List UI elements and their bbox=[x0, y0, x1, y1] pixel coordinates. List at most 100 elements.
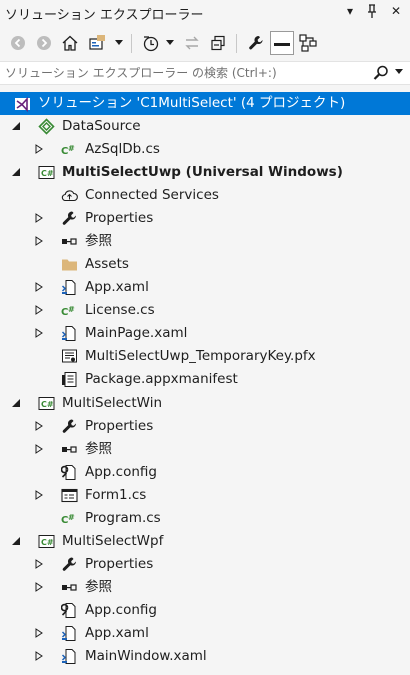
preview-toggle-icon bbox=[274, 43, 290, 46]
form-icon bbox=[61, 487, 78, 504]
expand-triangle-icon[interactable] bbox=[34, 651, 44, 661]
tree-item-properties[interactable]: Properties bbox=[0, 553, 410, 576]
expand-triangle-icon[interactable] bbox=[34, 582, 44, 592]
svg-text:#: # bbox=[68, 144, 75, 153]
home-button[interactable] bbox=[58, 31, 82, 55]
expand-triangle-icon[interactable] bbox=[34, 328, 44, 338]
tree-item-datasource[interactable]: DataSource bbox=[0, 115, 410, 138]
collapse-triangle-icon[interactable] bbox=[11, 398, 21, 408]
back-button[interactable] bbox=[6, 31, 30, 55]
references-icon bbox=[61, 579, 78, 596]
tree-item-manifest[interactable]: Package.appxmanifest bbox=[0, 368, 410, 391]
tree-item-references[interactable]: 参照 bbox=[0, 576, 410, 599]
tree-item-project-uwp[interactable]: C# MultiSelectUwp (Universal Windows) bbox=[0, 161, 410, 184]
tree-item-label: Connected Services bbox=[85, 187, 219, 203]
expand-triangle-icon[interactable] bbox=[34, 421, 44, 431]
search-box bbox=[0, 61, 410, 85]
xaml-file-icon bbox=[61, 625, 78, 642]
tree-item-label: Form1.cs bbox=[85, 487, 147, 503]
pending-changes-dropdown[interactable] bbox=[166, 38, 174, 48]
forward-button[interactable] bbox=[32, 31, 56, 55]
tree-item-label: MainWindow.xaml bbox=[85, 648, 207, 664]
tree-item-properties[interactable]: Properties bbox=[0, 415, 410, 438]
collapse-triangle-icon[interactable] bbox=[11, 121, 21, 131]
expand-triangle-icon[interactable] bbox=[34, 282, 44, 292]
panel-titlebar: ソリューション エクスプローラー ▾ ✕ bbox=[0, 0, 410, 24]
expand-triangle-icon[interactable] bbox=[34, 444, 44, 454]
tree-item-azsqldb[interactable]: C # AzSqlDb.cs bbox=[0, 138, 410, 161]
tree-item-connected-services[interactable]: Connected Services bbox=[0, 184, 410, 207]
csharp-project-icon: C# bbox=[38, 164, 55, 181]
tree-item-label: MultiSelectUwp_TemporaryKey.pfx bbox=[85, 348, 316, 364]
tree-item-references[interactable]: 参照 bbox=[0, 438, 410, 461]
svg-text:#: # bbox=[68, 513, 75, 522]
csharp-file-icon: C # bbox=[61, 141, 78, 158]
references-icon bbox=[61, 441, 78, 458]
collapse-all-icon bbox=[211, 35, 225, 51]
expand-triangle-icon[interactable] bbox=[34, 236, 44, 246]
window-position-dropdown[interactable]: ▾ bbox=[342, 3, 358, 20]
tree-item-label: MainPage.xaml bbox=[85, 325, 188, 341]
expand-triangle-icon[interactable] bbox=[34, 305, 44, 315]
tree-item-program-cs[interactable]: C # Program.cs bbox=[0, 507, 410, 530]
tree-item-app-xaml[interactable]: App.xaml bbox=[0, 622, 410, 645]
tree-item-pfx[interactable]: MultiSelectUwp_TemporaryKey.pfx bbox=[0, 345, 410, 368]
switch-views-button[interactable] bbox=[86, 31, 110, 55]
search-icon[interactable] bbox=[372, 65, 390, 81]
expand-triangle-icon[interactable] bbox=[34, 559, 44, 569]
tree-item-license-cs[interactable]: C # License.cs bbox=[0, 299, 410, 322]
home-icon bbox=[62, 35, 78, 51]
visual-studio-solution-icon bbox=[14, 95, 31, 112]
certificate-icon bbox=[61, 348, 78, 365]
switch-views-dropdown[interactable] bbox=[115, 38, 123, 48]
back-arrow-icon bbox=[11, 36, 25, 50]
csharp-project-icon: C# bbox=[38, 533, 55, 550]
search-input[interactable] bbox=[0, 62, 362, 84]
tree-item-references[interactable]: 参照 bbox=[0, 230, 410, 253]
tree-item-form1[interactable]: Form1.cs bbox=[0, 484, 410, 507]
search-options-dropdown[interactable] bbox=[395, 69, 403, 77]
tree-item-app-xaml[interactable]: App.xaml bbox=[0, 276, 410, 299]
collapse-all-button[interactable] bbox=[206, 31, 230, 55]
manifest-icon bbox=[61, 371, 78, 388]
svg-text:#: # bbox=[68, 305, 75, 314]
config-file-icon bbox=[61, 602, 78, 619]
xaml-file-icon bbox=[61, 279, 78, 296]
tree-item-label: App.xaml bbox=[85, 279, 149, 295]
tree-item-label: ソリューション 'C1MultiSelect' (4 プロジェクト) bbox=[38, 95, 346, 111]
cloud-icon bbox=[61, 187, 78, 204]
expand-triangle-icon[interactable] bbox=[34, 628, 44, 638]
tree-item-mainpage-xaml[interactable]: MainPage.xaml bbox=[0, 322, 410, 345]
tree-item-assets[interactable]: Assets bbox=[0, 253, 410, 276]
tree-item-app-config[interactable]: App.config bbox=[0, 599, 410, 622]
collapse-triangle-icon[interactable] bbox=[11, 536, 21, 546]
tree-item-properties[interactable]: Properties bbox=[0, 207, 410, 230]
datasource-diamond-icon bbox=[38, 118, 55, 135]
sync-with-document-button[interactable] bbox=[180, 31, 204, 55]
pin-icon[interactable] bbox=[364, 3, 380, 20]
tree-item-project-wpf[interactable]: C# MultiSelectWpf bbox=[0, 530, 410, 553]
chevron-down-icon bbox=[115, 40, 123, 45]
pending-changes-filter-button[interactable] bbox=[139, 31, 163, 55]
collapse-triangle-icon[interactable] bbox=[11, 167, 21, 177]
tree-item-label: Properties bbox=[85, 210, 154, 226]
expand-triangle-icon[interactable] bbox=[34, 490, 44, 500]
chevron-down-icon bbox=[395, 69, 403, 74]
tree-item-app-config[interactable]: App.config bbox=[0, 461, 410, 484]
close-icon[interactable]: ✕ bbox=[388, 3, 404, 20]
expand-triangle-icon[interactable] bbox=[34, 144, 44, 154]
chevron-down-icon bbox=[166, 40, 174, 45]
tree-item-label: App.config bbox=[85, 464, 157, 480]
class-view-button[interactable] bbox=[296, 31, 320, 55]
xaml-file-icon bbox=[61, 648, 78, 665]
tree-item-mainwindow-xaml[interactable]: MainWindow.xaml bbox=[0, 645, 410, 668]
tree-item-solution[interactable]: ソリューション 'C1MultiSelect' (4 プロジェクト) bbox=[0, 92, 410, 115]
preview-selected-items-button[interactable] bbox=[270, 31, 294, 55]
panel-title: ソリューション エクスプローラー bbox=[5, 8, 204, 23]
expand-triangle-icon[interactable] bbox=[34, 213, 44, 223]
svg-text:C#: C# bbox=[41, 400, 54, 409]
tree-item-label: MultiSelectWin bbox=[62, 395, 163, 411]
svg-text:C#: C# bbox=[41, 538, 54, 547]
tree-item-project-win[interactable]: C# MultiSelectWin bbox=[0, 392, 410, 415]
properties-button[interactable] bbox=[244, 31, 268, 55]
